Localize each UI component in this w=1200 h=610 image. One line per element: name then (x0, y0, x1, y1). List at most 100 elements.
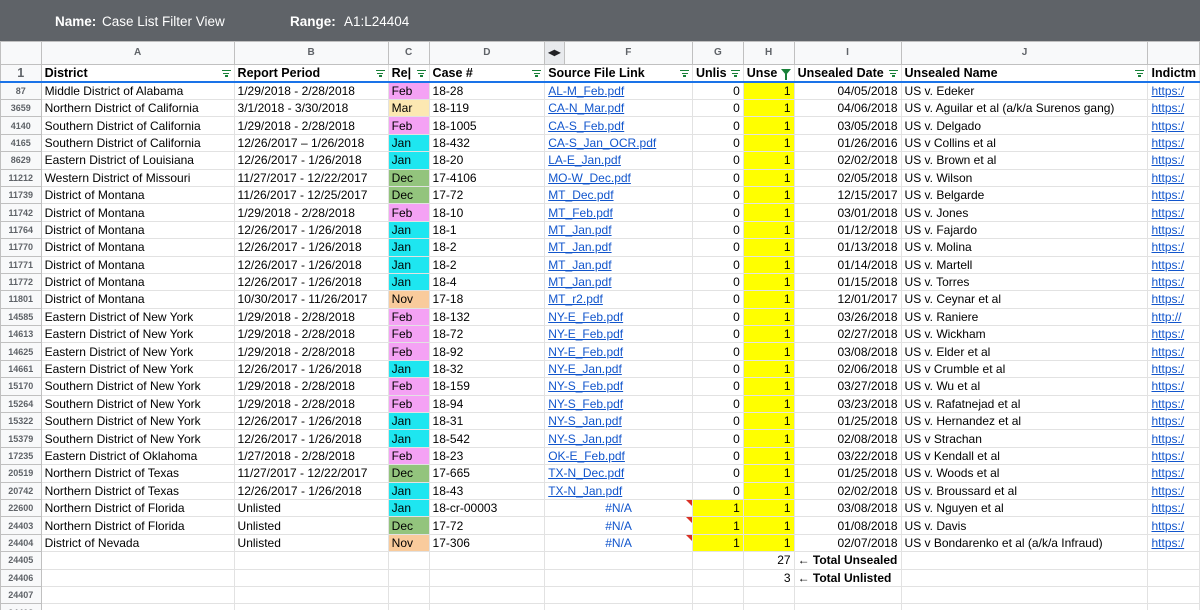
district-cell[interactable]: Southern District of New York (40, 377, 235, 396)
district-cell[interactable]: Eastern District of New York (40, 342, 235, 361)
unlisted-cell[interactable]: 0 (692, 464, 744, 483)
empty-cell[interactable] (900, 585, 1149, 605)
indictment-link-cell[interactable]: https:/ (1147, 394, 1200, 414)
source-file-link-cell[interactable]: #N/A (544, 533, 693, 553)
report-period-cell[interactable]: 1/29/2018 - 2/28/2018 (233, 203, 389, 222)
empty-cell[interactable] (742, 603, 795, 610)
district-cell[interactable]: District of Montana (40, 255, 235, 274)
row-number[interactable]: 24405 (0, 551, 42, 570)
case-number-cell[interactable]: 18-1005 (428, 116, 546, 135)
case-number-cell[interactable]: 18-119 (428, 98, 546, 118)
case-number-cell[interactable]: 18-132 (428, 307, 546, 327)
unsealed-name-cell[interactable]: US v. Davis (900, 516, 1149, 535)
error-value[interactable]: #N/A (605, 519, 632, 533)
source-file-link[interactable]: NY-E_Feb.pdf (548, 327, 623, 341)
unlisted-cell[interactable]: 0 (692, 446, 744, 466)
district-cell[interactable]: District of Montana (40, 238, 235, 257)
filter-icon[interactable] (680, 70, 689, 77)
source-file-link-cell[interactable]: MT_Jan.pdf (544, 220, 693, 240)
case-number-cell[interactable]: 17-72 (428, 185, 546, 205)
unsealed-cell[interactable]: 1 (742, 394, 795, 414)
indictment-link-cell[interactable]: https:/ (1147, 151, 1200, 170)
empty-cell[interactable] (1147, 551, 1200, 570)
source-file-link[interactable]: AL-M_Feb.pdf (548, 84, 624, 98)
district-cell[interactable]: Eastern District of Louisiana (40, 151, 235, 170)
unsealed-date-cell[interactable]: 03/08/2018 (793, 342, 902, 361)
total-value[interactable]: 3 (742, 568, 795, 587)
unlisted-cell[interactable]: 0 (692, 116, 744, 135)
report-period-cell[interactable]: 11/27/2017 - 12/22/2017 (233, 464, 389, 483)
unsealed-cell[interactable]: 1 (742, 290, 795, 309)
unsealed-date-cell[interactable]: 02/08/2018 (793, 429, 902, 448)
case-number-cell[interactable]: 18-43 (428, 481, 546, 500)
indictment-link-cell[interactable]: https:/ (1147, 481, 1200, 500)
unsealed-date-cell[interactable]: 01/12/2018 (793, 220, 902, 240)
unlisted-cell[interactable]: 0 (692, 342, 744, 361)
district-cell[interactable]: Eastern District of New York (40, 307, 235, 327)
unsealed-name-cell[interactable]: US v. Brown et al (900, 151, 1149, 170)
report-period-cell[interactable]: 1/29/2018 - 2/28/2018 (233, 342, 389, 361)
report-period-cell[interactable]: 12/26/2017 - 1/26/2018 (233, 255, 389, 274)
unlisted-cell[interactable]: 0 (692, 220, 744, 240)
empty-cell[interactable] (1147, 568, 1200, 587)
source-file-link-cell[interactable]: AL-M_Feb.pdf (544, 81, 693, 100)
spreadsheet-grid[interactable]: A B C D ◀▶ F G H I J 1 District Report Period Re| Cas… (0, 41, 1200, 610)
row-number[interactable]: 15170 (0, 377, 42, 396)
header-report-month[interactable]: Re| (387, 64, 430, 83)
district-cell[interactable]: Southern District of New York (40, 412, 235, 431)
indictment-link-cell[interactable]: https:/ (1147, 429, 1200, 448)
source-file-link-cell[interactable]: NY-E_Feb.pdf (544, 325, 693, 344)
indictment-link-cell[interactable]: https:/ (1147, 238, 1200, 257)
unsealed-date-cell[interactable]: 03/05/2018 (793, 116, 902, 135)
report-period-cell[interactable]: 10/30/2017 - 11/26/2017 (233, 290, 389, 309)
report-period-cell[interactable]: 12/26/2017 - 1/26/2018 (233, 272, 389, 292)
source-file-link-cell[interactable]: CA-S_Feb.pdf (544, 116, 693, 135)
district-cell[interactable]: District of Montana (40, 272, 235, 292)
column-header-i[interactable]: I (793, 41, 902, 65)
filter-icon[interactable] (730, 70, 740, 77)
row-number[interactable]: 3659 (0, 98, 42, 118)
source-file-link-cell[interactable]: NY-E_Feb.pdf (544, 307, 693, 327)
report-period-cell[interactable]: 12/26/2017 - 1/26/2018 (233, 412, 389, 431)
report-month-cell[interactable]: Dec (387, 168, 430, 187)
row-number[interactable]: 14613 (0, 325, 42, 344)
district-cell[interactable]: Southern District of New York (40, 394, 235, 414)
source-file-link[interactable]: MT_Jan.pdf (548, 275, 611, 289)
unsealed-name-cell[interactable]: US v. Wickham (900, 325, 1149, 344)
row-number[interactable]: 20742 (0, 481, 42, 500)
empty-cell[interactable] (900, 603, 1149, 610)
source-file-link-cell[interactable]: #N/A (544, 498, 693, 518)
indictment-link-cell[interactable]: https:/ (1147, 272, 1200, 292)
report-period-cell[interactable]: 12/26/2017 – 1/26/2018 (233, 133, 389, 153)
unsealed-cell[interactable]: 1 (742, 498, 795, 518)
row-number[interactable]: 24407 (0, 585, 42, 605)
empty-cell[interactable] (1147, 603, 1200, 610)
unsealed-cell[interactable]: 1 (742, 342, 795, 361)
active-filter-icon[interactable] (780, 69, 791, 80)
unsealed-date-cell[interactable]: 03/22/2018 (793, 446, 902, 466)
row-number[interactable]: 24408 (0, 603, 42, 610)
source-file-link[interactable]: TX-N_Dec.pdf (548, 466, 624, 480)
row-number[interactable]: 14661 (0, 359, 42, 379)
district-cell[interactable]: Southern District of California (40, 116, 235, 135)
row-number[interactable]: 11212 (0, 168, 42, 187)
unsealed-cell[interactable]: 1 (742, 464, 795, 483)
column-header-f[interactable]: F (563, 41, 693, 65)
empty-cell[interactable] (428, 603, 546, 610)
district-cell[interactable]: Middle District of Alabama (40, 81, 235, 100)
row-number[interactable]: 15264 (0, 394, 42, 414)
indictment-link-cell[interactable]: https:/ (1147, 116, 1200, 135)
unsealed-name-cell[interactable]: US v Bondarenko et al (a/k/a Infraud) (900, 533, 1149, 553)
district-cell[interactable]: District of Montana (40, 185, 235, 205)
unsealed-date-cell[interactable]: 02/06/2018 (793, 359, 902, 379)
empty-cell[interactable] (387, 568, 430, 587)
report-period-cell[interactable]: 12/26/2017 - 1/26/2018 (233, 238, 389, 257)
case-number-cell[interactable]: 18-28 (428, 81, 546, 100)
unlisted-cell[interactable]: 0 (692, 168, 744, 187)
error-value[interactable]: #N/A (605, 536, 632, 550)
case-number-cell[interactable]: 18-92 (428, 342, 546, 361)
unlisted-cell[interactable]: 0 (692, 81, 744, 100)
source-file-link[interactable]: NY-E_Jan.pdf (548, 362, 622, 376)
empty-cell[interactable] (233, 603, 389, 610)
row-number[interactable]: 14585 (0, 307, 42, 327)
